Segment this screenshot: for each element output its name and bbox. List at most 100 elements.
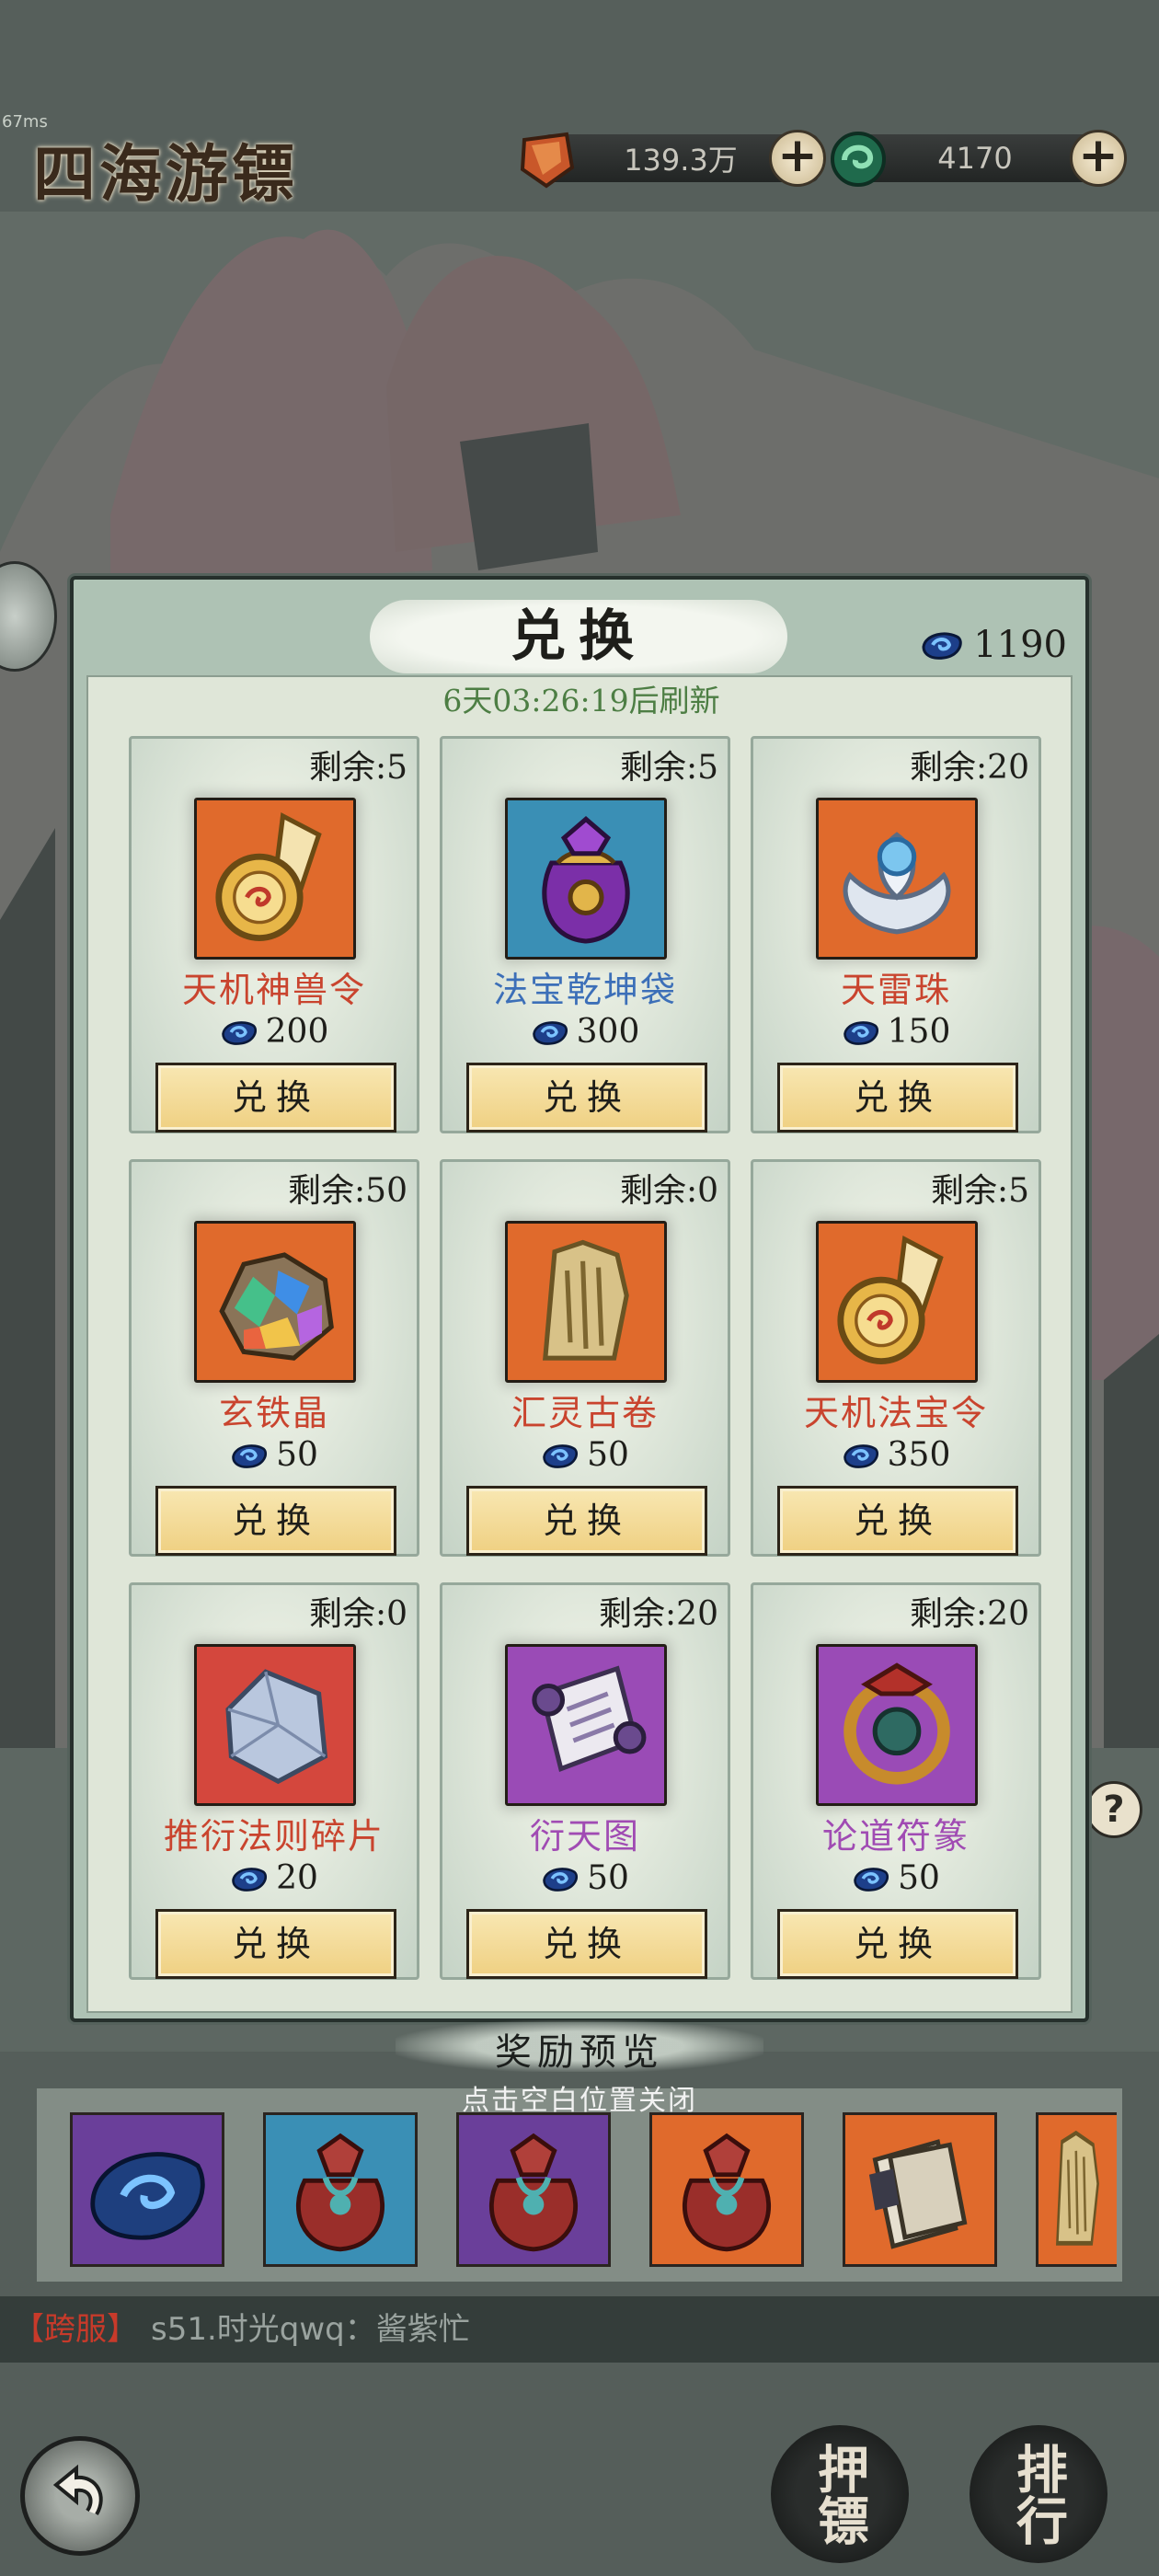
add-ore-button[interactable]: + — [769, 130, 826, 187]
reward-preview-item[interactable] — [70, 2112, 224, 2267]
item-cost: 50 — [442, 1859, 728, 1897]
token-balance: 1190 — [920, 624, 1067, 666]
exchange-button[interactable]: 兑换 — [466, 1486, 707, 1556]
reward-preview-item[interactable] — [649, 2112, 804, 2267]
reward-preview-item[interactable] — [263, 2112, 418, 2267]
item-icon — [505, 1644, 667, 1806]
ancient-scroll-icon — [1039, 2115, 1117, 2264]
back-arrow-icon — [52, 2464, 103, 2516]
ore-amount: 139.3万 — [624, 143, 738, 178]
talisman-ring-icon — [819, 1647, 975, 1803]
exchange-button[interactable]: 兑换 — [466, 1909, 707, 1979]
remaining-count: 剩余:5 — [930, 1172, 1029, 1210]
item-cost: 50 — [442, 1436, 728, 1474]
item-name: 法宝乾坤袋 — [492, 970, 677, 1010]
exchange-button[interactable]: 兑换 — [777, 1486, 1018, 1556]
ranking-button[interactable]: 排行 — [970, 2425, 1107, 2563]
remaining-count: 剩余:0 — [308, 1595, 407, 1633]
modal-title: 兑换 — [370, 600, 787, 673]
item-name: 推衍法则碎片 — [163, 1816, 384, 1857]
item-cost-value: 150 — [887, 1013, 951, 1051]
exchange-button[interactable]: 兑换 — [155, 1486, 396, 1556]
remaining-count: 剩余:20 — [910, 1595, 1029, 1633]
token-balance-value: 1190 — [973, 624, 1067, 666]
item-name: 论道符篆 — [821, 1816, 970, 1857]
blue-token-icon — [232, 1443, 268, 1468]
exchange-item-card: 剩余:5 天机神兽令 200 兑换 — [129, 736, 419, 1133]
item-cost-value: 50 — [898, 1859, 940, 1897]
item-cost: 150 — [753, 1013, 1039, 1051]
jade-currency-icon — [831, 132, 886, 187]
item-name: 玄铁晶 — [218, 1393, 329, 1433]
item-cost-value: 20 — [276, 1859, 318, 1897]
exchange-button[interactable]: 兑换 — [155, 1063, 396, 1133]
crystal-shard-icon — [197, 1647, 353, 1803]
item-cost-value: 200 — [265, 1013, 329, 1051]
item-icon — [816, 798, 978, 960]
medal-token-icon — [819, 1224, 975, 1380]
jade-stone-icon — [73, 2115, 222, 2264]
item-icon — [816, 1221, 978, 1383]
item-cost-value: 300 — [576, 1013, 640, 1051]
blue-token-icon — [922, 632, 962, 660]
red-bag-icon — [459, 2115, 608, 2264]
blue-token-icon — [221, 1020, 257, 1045]
blue-token-icon — [543, 1867, 579, 1892]
escort-button[interactable]: 押镖 — [771, 2425, 909, 2563]
item-cost: 50 — [753, 1859, 1039, 1897]
treasure-bag-icon — [508, 800, 664, 957]
medal-token-icon — [197, 800, 353, 957]
remaining-count: 剩余:5 — [308, 749, 407, 787]
item-icon — [194, 1644, 356, 1806]
crystal-ore-icon — [197, 1224, 353, 1380]
item-cost: 200 — [132, 1013, 417, 1051]
blue-token-icon — [854, 1867, 889, 1892]
blue-token-icon — [843, 1020, 878, 1045]
item-icon — [505, 798, 667, 960]
scroll-pages-icon — [845, 2115, 994, 2264]
remaining-count: 剩余:20 — [910, 749, 1029, 787]
item-icon — [816, 1644, 978, 1806]
scroll-map-icon — [508, 1647, 664, 1803]
back-button[interactable] — [20, 2436, 140, 2556]
exchange-button[interactable]: 兑换 — [777, 1063, 1018, 1133]
exchange-button[interactable]: 兑换 — [777, 1909, 1018, 1979]
chat-channel-tag: 【跨服】 — [13, 2311, 138, 2348]
reward-preview-item[interactable] — [843, 2112, 997, 2267]
exchange-button[interactable]: 兑换 — [155, 1909, 396, 1979]
ore-currency-icon — [520, 132, 575, 189]
item-cost-value: 50 — [276, 1436, 318, 1474]
blue-token-icon — [843, 1443, 878, 1468]
exchange-item-card: 剩余:0 推衍法则碎片 20 兑换 — [129, 1582, 419, 1980]
remaining-count: 剩余:50 — [288, 1172, 407, 1210]
exchange-item-card: 剩余:20 天雷珠 150 兑换 — [751, 736, 1041, 1133]
reward-preview-item[interactable] — [456, 2112, 611, 2267]
item-cost: 350 — [753, 1436, 1039, 1474]
item-name: 天机神兽令 — [181, 970, 366, 1010]
exchange-item-card: 剩余:20 衍天图 50 兑换 — [440, 1582, 730, 1980]
jade-amount: 4170 — [937, 141, 1013, 176]
add-jade-button[interactable]: + — [1070, 130, 1127, 187]
item-cost: 20 — [132, 1859, 417, 1897]
exchange-item-card: 剩余:5 天机法宝令 350 兑换 — [751, 1159, 1041, 1557]
chat-ticker[interactable]: 【跨服】 s51.时光qwq：酱紫忙 — [0, 2296, 1159, 2363]
item-name: 汇灵古卷 — [511, 1393, 659, 1433]
item-cost: 300 — [442, 1013, 728, 1051]
item-icon — [194, 1221, 356, 1383]
lotus-pearl-icon — [819, 800, 975, 957]
item-icon — [505, 1221, 667, 1383]
item-icon — [194, 798, 356, 960]
remaining-count: 剩余:5 — [619, 749, 718, 787]
item-name: 天雷珠 — [840, 970, 951, 1010]
reward-preview-item[interactable] — [1036, 2112, 1117, 2267]
blue-token-icon — [532, 1020, 568, 1045]
help-button[interactable]: ? — [1085, 1781, 1142, 1838]
exchange-item-card: 剩余:5 法宝乾坤袋 300 兑换 — [440, 736, 730, 1133]
item-cost-value: 50 — [587, 1859, 629, 1897]
exchange-button[interactable]: 兑换 — [466, 1063, 707, 1133]
item-cost-value: 350 — [887, 1436, 951, 1474]
blue-token-icon — [232, 1867, 268, 1892]
item-name: 天机法宝令 — [803, 1393, 988, 1433]
exchange-grid: 剩余:5 天机神兽令 200 兑换 剩余:5 法宝乾坤袋 300 兑换 剩余:2… — [88, 677, 1074, 2015]
exchange-item-card: 剩余:0 汇灵古卷 50 兑换 — [440, 1159, 730, 1557]
